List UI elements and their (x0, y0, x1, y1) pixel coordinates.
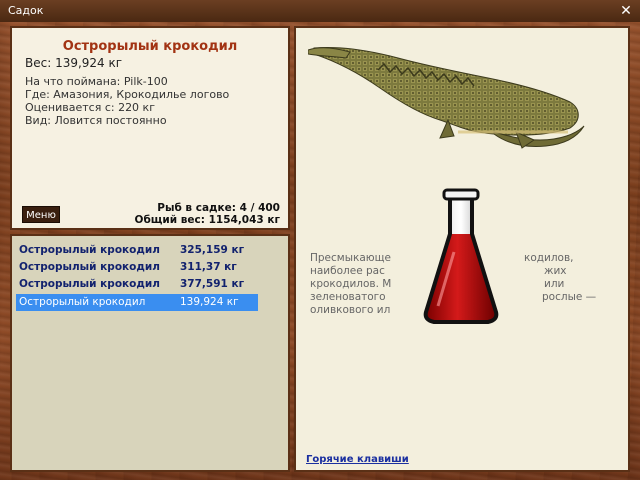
catch-list-panel: Острорылый крокодил 325,159 кг Острорылы… (10, 234, 290, 472)
description-line-1a: Пресмыкающе (310, 252, 391, 264)
description-line-3a: крокодилов. М (310, 278, 392, 290)
list-item-weight: 139,924 кг (180, 296, 239, 308)
list-item[interactable]: Острорылый крокодил 325,159 кг (16, 242, 258, 259)
list-item-weight: 377,591 кг (180, 278, 245, 290)
description-line-2b: жих (544, 265, 567, 277)
title-bar: Садок ✕ (0, 0, 640, 22)
menu-button[interactable]: Меню (22, 206, 60, 223)
crocodile-image (308, 47, 585, 149)
valued-from: Оценивается с: 220 кг (25, 101, 155, 114)
description-line-5a: оливкового ил (310, 304, 391, 316)
fish-name: Острорылый крокодил (62, 39, 238, 54)
list-item-name: Острорылый крокодил (19, 296, 146, 308)
hotkeys-link[interactable]: Горячие клавиши (306, 454, 409, 465)
fish-image-panel: Пресмыкающе кодилов, наиболее рас жих кр… (294, 26, 630, 472)
close-icon[interactable]: ✕ (619, 4, 633, 18)
fish-description: Пресмыкающе кодилов, наиболее рас жих кр… (310, 252, 600, 317)
list-item[interactable]: Острорылый крокодил 377,591 кг (16, 276, 258, 293)
list-item[interactable]: Острорылый крокодил 311,37 кг (16, 259, 258, 276)
description-line-2a: наиболее рас (310, 265, 385, 277)
list-item-weight: 325,159 кг (180, 244, 245, 256)
list-item-name: Острорылый крокодил (19, 278, 160, 290)
description-line-4b: рослые — (542, 291, 597, 303)
fish-info-panel: Острорылый крокодил Вес: 139,924 кг На ч… (10, 26, 290, 230)
caught-with: На что поймана: Pilk-100 (25, 75, 168, 88)
list-item-selected[interactable]: Острорылый крокодил 139,924 кг (16, 294, 258, 311)
list-item-weight: 311,37 кг (180, 261, 237, 273)
window-title: Садок (8, 4, 44, 17)
keepnet-total-weight: Общий вес: 1154,043 кг (134, 214, 280, 226)
description-line-1b: кодилов, (524, 252, 574, 264)
list-item-name: Острорылый крокодил (19, 244, 160, 256)
fish-kind: Вид: Ловится постоянно (25, 114, 167, 127)
keepnet-count: Рыб в садке: 4 / 400 (157, 202, 280, 214)
description-line-4a: зеленоватого (310, 291, 386, 303)
description-line-3b: или (544, 278, 565, 290)
location: Где: Амазония, Крокодилье логово (25, 88, 230, 101)
fish-weight: Вес: 139,924 кг (25, 56, 123, 70)
list-item-name: Острорылый крокодил (19, 261, 160, 273)
